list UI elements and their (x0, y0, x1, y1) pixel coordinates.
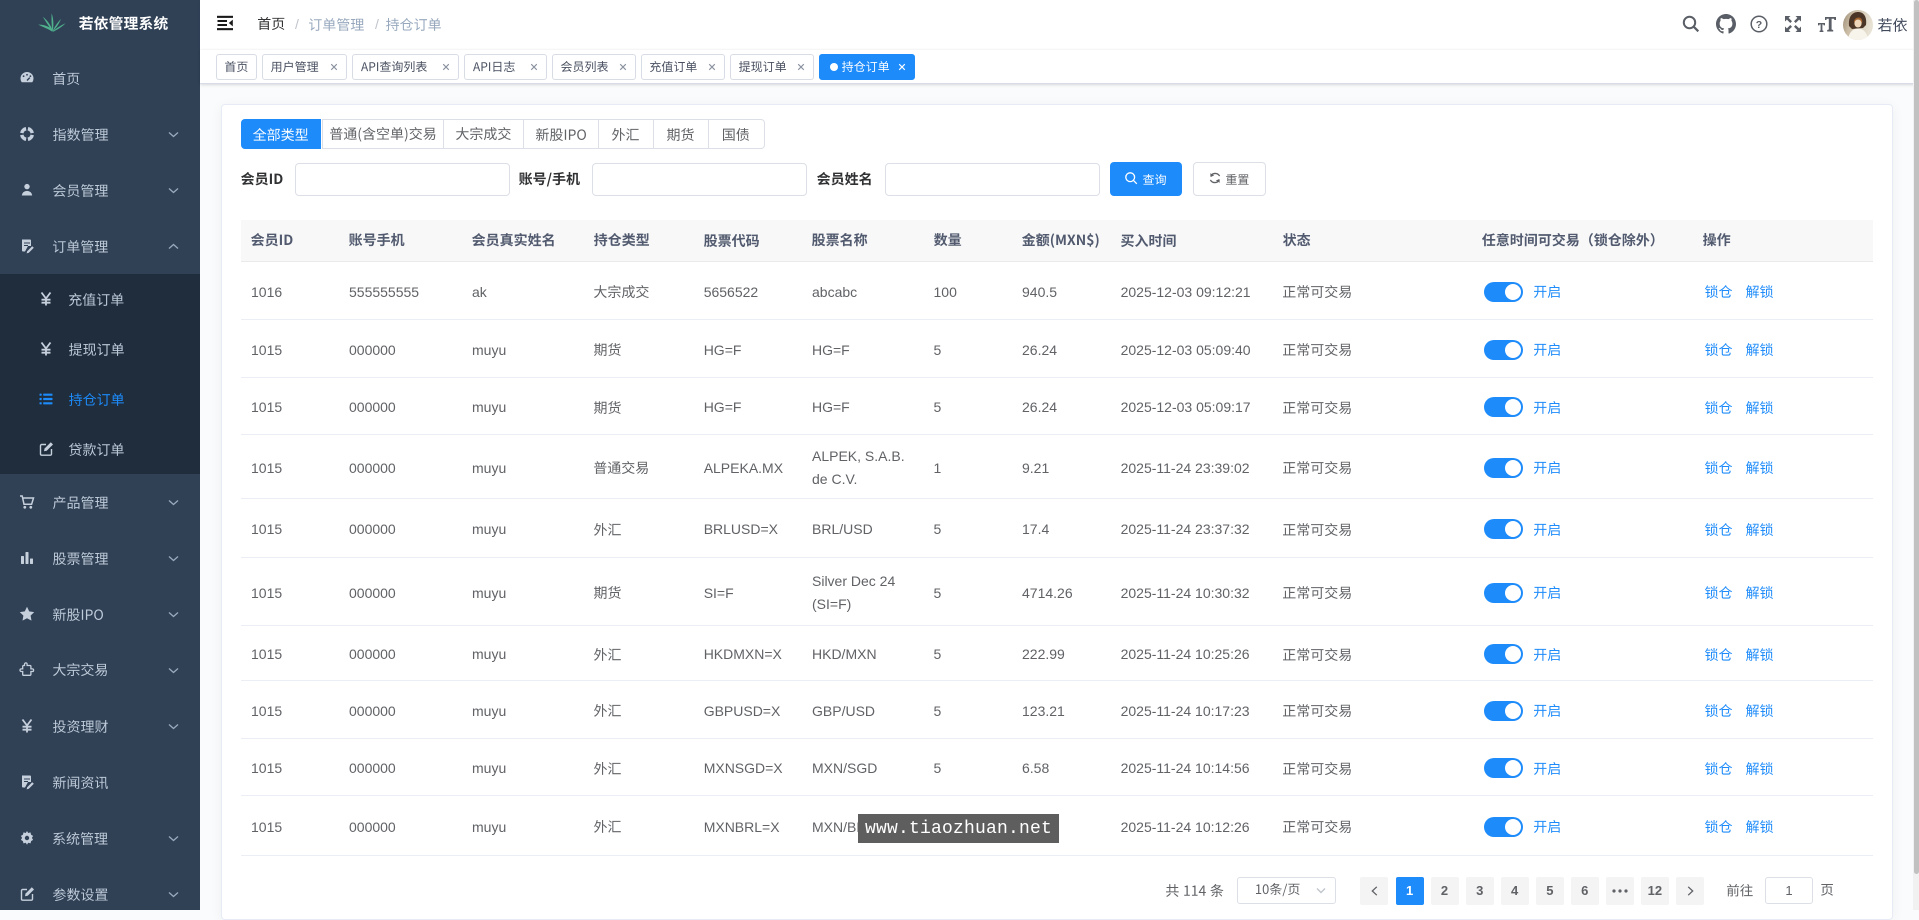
svg-text:?: ? (1756, 19, 1762, 31)
